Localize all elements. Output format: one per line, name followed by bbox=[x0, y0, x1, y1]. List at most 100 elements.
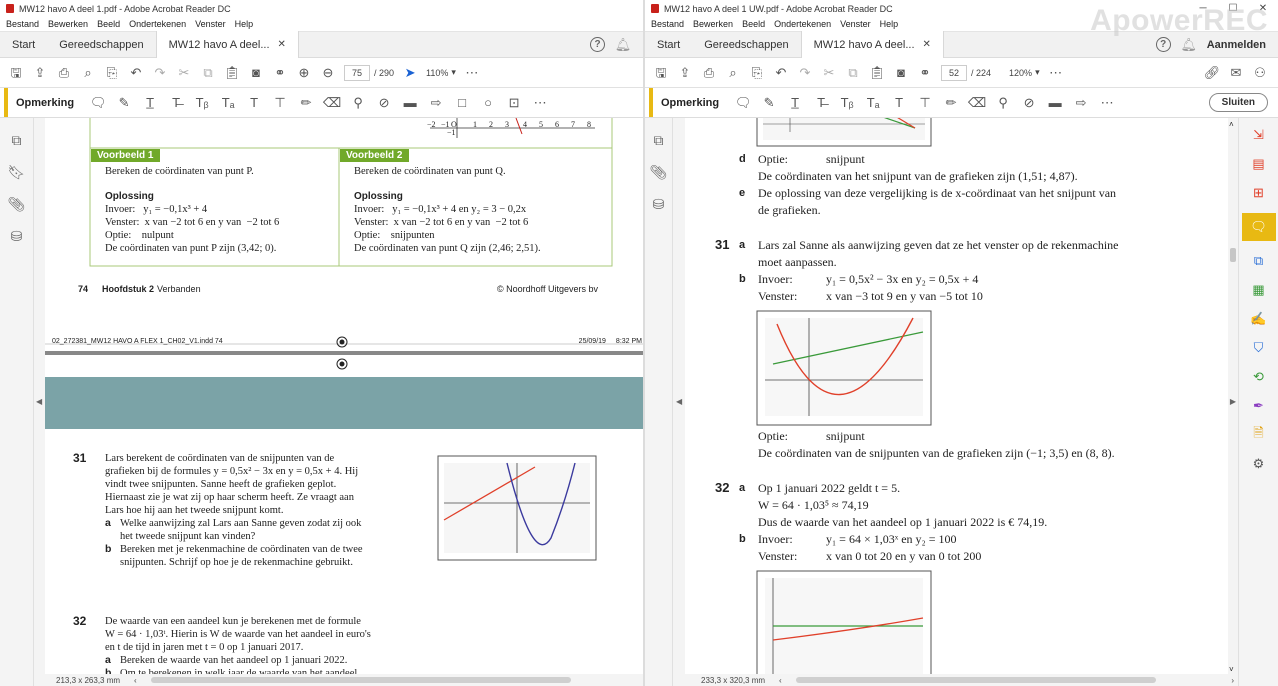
attachments-icon[interactable]: 📎︎ bbox=[8, 196, 26, 212]
menu-beeld[interactable]: Beeld bbox=[742, 19, 765, 29]
highlighter-icon[interactable]: ✎ bbox=[116, 95, 132, 111]
menu-beeld[interactable]: Beeld bbox=[97, 19, 120, 29]
protect-icon[interactable]: ⛉ bbox=[1250, 339, 1268, 357]
cut-icon[interactable]: ✂ bbox=[176, 65, 192, 81]
clipboard-icon[interactable]: 📋︎ bbox=[224, 65, 241, 81]
horizontal-scrollbar[interactable] bbox=[150, 677, 571, 683]
menu-help[interactable]: Help bbox=[235, 19, 254, 29]
scan-ocr-icon[interactable]: ⟲ bbox=[1250, 368, 1268, 386]
mail-icon[interactable]: ✉ bbox=[1228, 65, 1244, 81]
eraser-icon[interactable]: ⌫ bbox=[968, 95, 986, 111]
combine-files-icon[interactable]: ⧉ bbox=[1250, 252, 1268, 270]
expand-left-panel-icon[interactable]: ◀ bbox=[676, 397, 682, 406]
more-options-icon[interactable]: ⋯ bbox=[464, 65, 480, 81]
zoom-select[interactable]: 120% ▾ bbox=[1009, 67, 1040, 78]
add-user-icon[interactable]: ⚇ bbox=[1252, 65, 1268, 81]
attach-icon[interactable]: ⊘ bbox=[376, 95, 392, 111]
line-icon[interactable]: ▬ bbox=[402, 95, 418, 111]
pencil-icon[interactable]: ✏ bbox=[943, 95, 959, 111]
more-comment-tools-icon[interactable]: ⋯ bbox=[532, 95, 548, 111]
scroll-down-icon[interactable]: ˅ bbox=[1229, 665, 1234, 674]
page-down-icon[interactable]: ⊖ bbox=[320, 65, 336, 81]
link-icon[interactable]: 🔗︎ bbox=[1204, 65, 1221, 81]
vertical-scrollbar[interactable]: ˄ ˅ bbox=[1228, 118, 1238, 674]
clipboard-icon[interactable]: 📋︎ bbox=[869, 65, 886, 81]
page-number-input[interactable]: 75 bbox=[344, 64, 370, 81]
select-cursor-icon[interactable]: ➤ bbox=[402, 65, 418, 81]
binoculars-icon[interactable]: ⚭ bbox=[917, 65, 933, 81]
tab-start[interactable]: Start bbox=[645, 32, 692, 58]
layers-icon[interactable]: ⛁ bbox=[651, 196, 667, 212]
save-icon[interactable]: 🖫 bbox=[653, 65, 669, 81]
layers-icon[interactable]: ⛁ bbox=[9, 228, 25, 244]
zoom-select[interactable]: 110% ▾ bbox=[426, 67, 456, 78]
fill-sign-icon[interactable]: ✍ bbox=[1250, 310, 1268, 328]
insert-text-icon[interactable]: Tₐ bbox=[220, 95, 236, 111]
scroll-up-icon[interactable]: ˄ bbox=[1229, 120, 1234, 129]
search-icon[interactable]: ⌕ bbox=[80, 65, 96, 81]
page-thumbnails-icon[interactable]: ⧉ bbox=[9, 132, 25, 148]
scroll-right-icon[interactable]: › bbox=[1231, 676, 1234, 685]
copy-icon[interactable]: ⧉ bbox=[200, 65, 216, 81]
menu-venster[interactable]: Venster bbox=[195, 19, 226, 29]
insert-text-icon[interactable]: Tₐ bbox=[865, 95, 881, 111]
attachments-icon[interactable]: 📎︎ bbox=[650, 164, 668, 180]
menu-ondertekenen[interactable]: Ondertekenen bbox=[774, 19, 831, 29]
stamp-icon[interactable]: ⚲ bbox=[350, 95, 366, 111]
tab-tools[interactable]: Gereedschappen bbox=[47, 32, 155, 58]
redo-icon[interactable]: ↷ bbox=[152, 65, 168, 81]
organize-pages-icon[interactable]: ▦ bbox=[1250, 281, 1268, 299]
binoculars-icon[interactable]: ⚭ bbox=[272, 65, 288, 81]
underline-text-icon[interactable]: T̲ bbox=[142, 95, 158, 111]
arrow-icon[interactable]: ⇨ bbox=[428, 95, 444, 111]
send-for-signature-icon[interactable]: ✒ bbox=[1250, 397, 1268, 415]
bell-icon[interactable]: 🔔︎ bbox=[615, 37, 632, 53]
add-text-icon[interactable]: T bbox=[246, 95, 262, 111]
menu-bewerken[interactable]: Bewerken bbox=[693, 19, 733, 29]
tab-start[interactable]: Start bbox=[0, 32, 47, 58]
strikethrough-text-icon[interactable]: T̶ bbox=[813, 95, 829, 111]
comment-tool-icon[interactable]: 🗨︎ bbox=[1241, 213, 1276, 241]
menu-bewerken[interactable]: Bewerken bbox=[48, 19, 88, 29]
menu-venster[interactable]: Venster bbox=[840, 19, 871, 29]
add-text-icon[interactable]: T bbox=[891, 95, 907, 111]
line-icon[interactable]: ▬ bbox=[1047, 95, 1063, 111]
menu-bestand[interactable]: Bestand bbox=[651, 19, 684, 29]
undo-icon[interactable]: ↶ bbox=[128, 65, 144, 81]
upload-cloud-icon[interactable]: ⇪ bbox=[32, 65, 48, 81]
tab-tools[interactable]: Gereedschappen bbox=[692, 32, 800, 58]
stamp-icon[interactable]: ⚲ bbox=[995, 95, 1011, 111]
attach-icon[interactable]: ⊘ bbox=[1021, 95, 1037, 111]
callout-icon[interactable]: ⊡ bbox=[506, 95, 522, 111]
share-file-icon[interactable]: ⎘ bbox=[104, 65, 120, 81]
print-icon[interactable]: ⎙ bbox=[56, 65, 72, 81]
page-thumbnails-icon[interactable]: ⧉ bbox=[651, 132, 667, 148]
tab-document[interactable]: MW12 havo A deel... ✕ bbox=[800, 31, 944, 58]
vertical-scroll-thumb[interactable] bbox=[1230, 248, 1236, 262]
help-icon[interactable]: ? bbox=[1155, 37, 1171, 52]
snapshot-icon[interactable]: ◙ bbox=[893, 65, 909, 81]
pencil-icon[interactable]: ✏ bbox=[298, 95, 314, 111]
cut-icon[interactable]: ✂ bbox=[821, 65, 837, 81]
highlighter-icon[interactable]: ✎ bbox=[761, 95, 777, 111]
eraser-icon[interactable]: ⌫ bbox=[323, 95, 341, 111]
scroll-left-icon[interactable]: ‹ bbox=[134, 676, 137, 685]
print-icon[interactable]: ⎙ bbox=[701, 65, 717, 81]
underline-text-icon[interactable]: T̲ bbox=[787, 95, 803, 111]
create-pdf-icon[interactable]: ⊞ bbox=[1250, 184, 1268, 202]
copy-icon[interactable]: ⧉ bbox=[845, 65, 861, 81]
close-tab-icon[interactable]: ✕ bbox=[278, 39, 286, 50]
close-comment-button[interactable]: Sluiten bbox=[1208, 93, 1268, 112]
send-file-icon[interactable]: 🗎 bbox=[1250, 425, 1268, 444]
menu-help[interactable]: Help bbox=[880, 19, 899, 29]
page-number-input[interactable]: 52 bbox=[941, 64, 967, 81]
export-pdf-icon[interactable]: ⇲ bbox=[1250, 126, 1268, 144]
collapse-right-panel-icon[interactable]: ▶ bbox=[1230, 397, 1236, 406]
horizontal-scrollbar[interactable] bbox=[795, 677, 1156, 683]
sticky-note-icon[interactable]: 🗨︎ bbox=[735, 95, 752, 111]
help-icon[interactable]: ? bbox=[590, 37, 605, 52]
sticky-note-icon[interactable]: 🗨︎ bbox=[90, 95, 107, 111]
upload-cloud-icon[interactable]: ⇪ bbox=[677, 65, 693, 81]
replace-text-icon[interactable]: Tᵦ bbox=[839, 95, 855, 111]
undo-icon[interactable]: ↶ bbox=[773, 65, 789, 81]
